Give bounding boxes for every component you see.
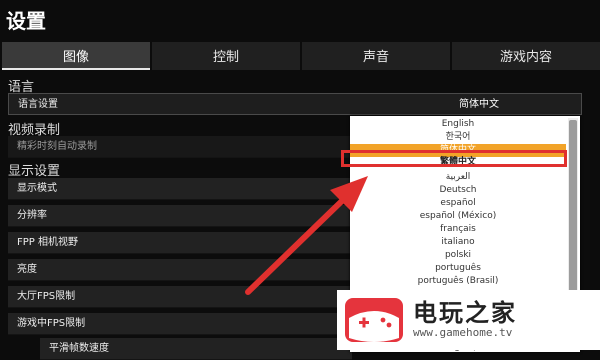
gamepad-logo-icon <box>345 298 403 342</box>
watermark-title: 电玩之家 <box>413 299 517 327</box>
watermark: 电玩之家 www.gamehome.tv <box>337 290 600 350</box>
watermark-url: www.gamehome.tv <box>413 326 513 339</box>
